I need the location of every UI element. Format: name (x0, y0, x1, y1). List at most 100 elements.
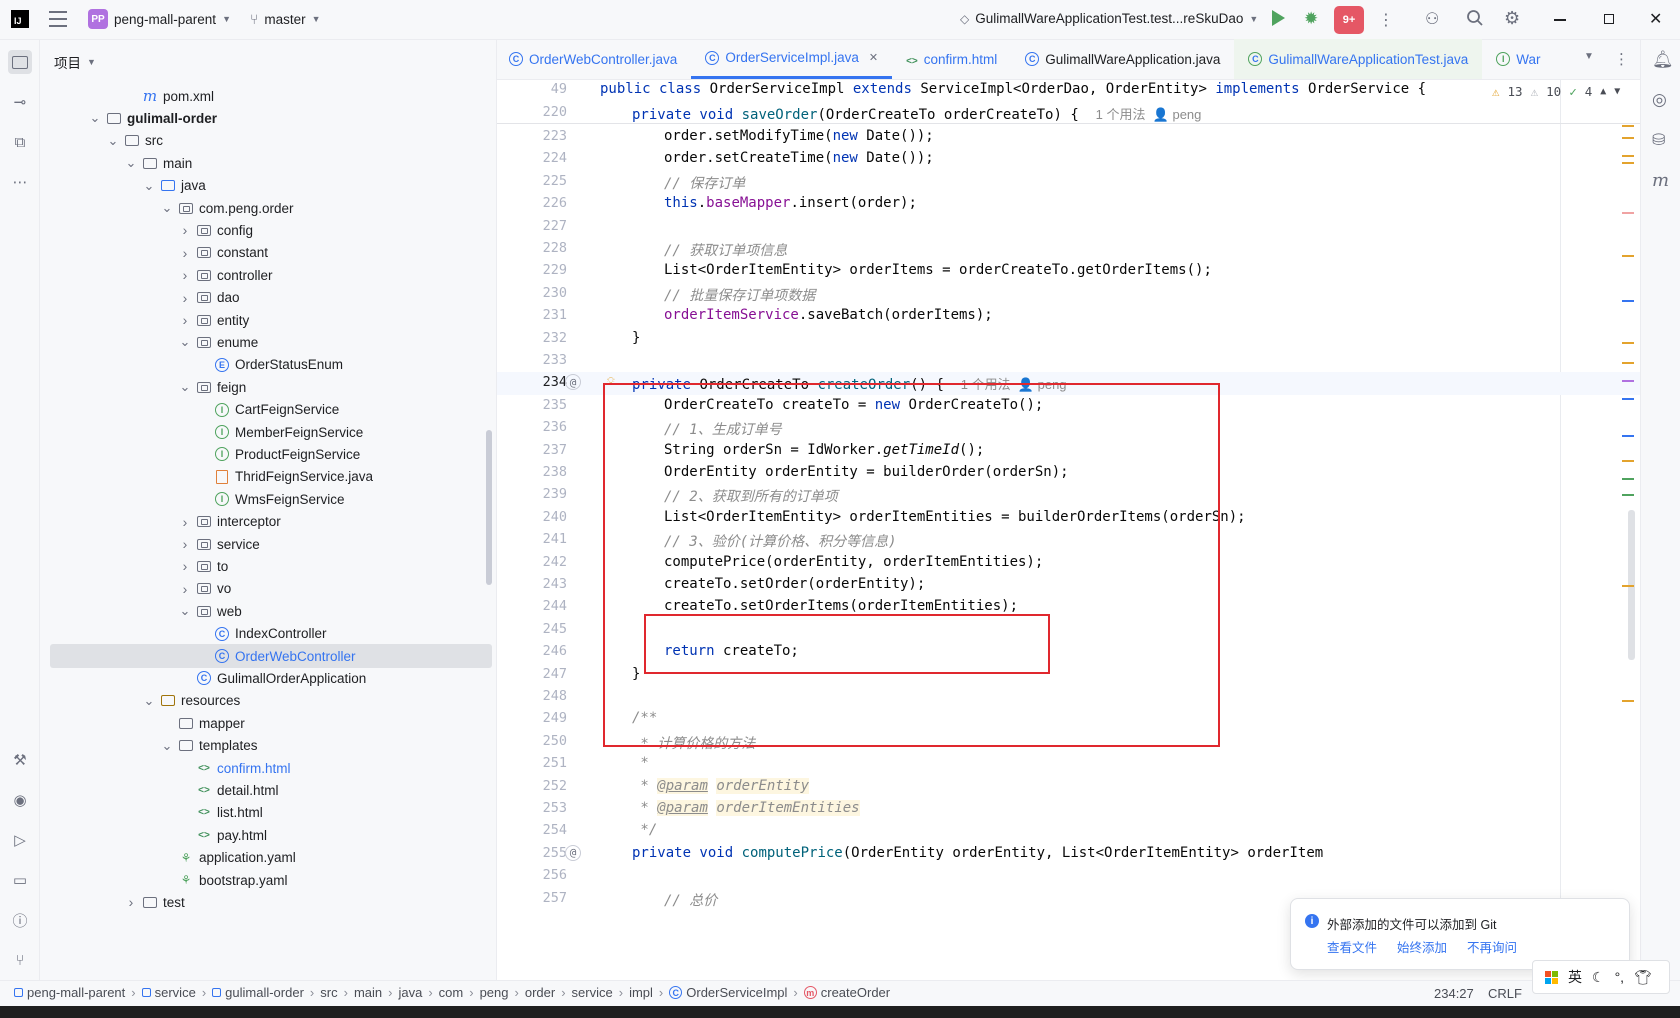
tree-item[interactable]: <> confirm.html (40, 756, 485, 780)
debug-icon[interactable]: ✹ (1304, 9, 1318, 29)
tree-item[interactable]: › vo (40, 577, 485, 601)
project-tool-icon[interactable] (8, 50, 32, 74)
tree-item[interactable]: ⚘ bootstrap.yaml (40, 868, 485, 892)
tab-gulimallwareapplication-java[interactable]: C GulimallWareApplication.java (1011, 39, 1234, 79)
project-panel-header[interactable]: 项目 ▼ (40, 40, 496, 84)
tree-item[interactable]: I WmsFeignService (40, 487, 485, 511)
stripe-mark[interactable] (1622, 342, 1634, 344)
tree-item[interactable]: I MemberFeignService (40, 420, 485, 444)
tab-confirm-html[interactable]: <> confirm.html (892, 39, 1011, 79)
tree-item[interactable]: › interceptor (40, 510, 485, 534)
breadcrumb-item[interactable]: peng (480, 985, 509, 1000)
always-add-link[interactable]: 始终添加 (1397, 937, 1447, 956)
breadcrumb-item[interactable]: com (439, 985, 464, 1000)
tree-item[interactable]: › entity (40, 308, 485, 332)
stripe-mark[interactable] (1622, 585, 1634, 587)
tab-gulimallwareapplicationtest-java[interactable]: C GulimallWareApplicationTest.java (1234, 39, 1483, 79)
tree-item[interactable]: › dao (40, 286, 485, 310)
tree-item[interactable]: › test (40, 890, 485, 914)
tree-item[interactable]: I CartFeignService (40, 398, 485, 422)
tree-item[interactable]: <> detail.html (40, 778, 485, 802)
chevron-down-icon[interactable]: ⌄ (88, 110, 102, 126)
stripe-mark[interactable] (1622, 398, 1634, 400)
tree-item[interactable]: <> pay.html (40, 823, 485, 847)
chevron-down-icon[interactable]: ⌄ (142, 178, 156, 194)
chevron-right-icon[interactable]: › (178, 558, 192, 574)
stripe-mark[interactable] (1622, 700, 1634, 702)
git-tool-icon[interactable]: ⑂ (8, 948, 32, 972)
tab-war[interactable]: I War (1482, 39, 1554, 79)
tree-item[interactable]: mapper (40, 711, 485, 735)
main-menu-icon[interactable] (49, 11, 67, 27)
stripe-mark[interactable] (1622, 380, 1634, 382)
more-icon[interactable]: ⋮ (1378, 10, 1394, 30)
stripe-mark[interactable] (1622, 212, 1634, 214)
close-tab-icon[interactable]: ✕ (869, 51, 878, 64)
breadcrumb-item[interactable]: service (572, 985, 613, 1000)
chevron-down-icon[interactable]: ⌄ (160, 738, 174, 754)
chevron-right-icon[interactable]: › (178, 290, 192, 306)
ai-assistant-icon[interactable]: ◎ (1652, 90, 1667, 110)
tree-item[interactable]: I ProductFeignService (40, 442, 485, 466)
notifications-button[interactable]: 9+ (1334, 6, 1364, 34)
restore-icon[interactable] (1604, 14, 1614, 24)
stripe-mark[interactable] (1622, 460, 1634, 462)
chevron-right-icon[interactable]: › (178, 267, 192, 283)
caret-position[interactable]: 234:27 (1434, 986, 1474, 1001)
services-icon[interactable]: ◉ (8, 788, 32, 812)
tree-item[interactable]: ⌄ gulimall-order (40, 106, 485, 130)
tree-item[interactable]: ⚘ application.yaml (40, 846, 485, 870)
chevron-right-icon[interactable]: › (178, 514, 192, 530)
tree-item[interactable]: ⌄ feign (40, 375, 485, 399)
database-icon[interactable]: ⛁ (1652, 130, 1665, 150)
structure-icon[interactable]: ⧉ (8, 130, 32, 154)
tree-item[interactable]: C GulimallOrderApplication (40, 666, 485, 690)
chevron-down-icon[interactable]: ▼ (1614, 86, 1620, 97)
tree-item[interactable]: C IndexController (40, 622, 485, 646)
search-icon[interactable] (1466, 9, 1484, 27)
breadcrumb-item[interactable]: java (398, 985, 422, 1000)
tree-item[interactable]: ⌄ com.peng.order (40, 196, 485, 220)
breadcrumb-item[interactable]: service (141, 985, 196, 1000)
chevron-down-icon[interactable]: ⌄ (178, 379, 192, 395)
tab-orderserviceimpl-java[interactable]: C OrderServiceImpl.java ✕ (691, 39, 893, 79)
tree-item[interactable]: ⌄ web (40, 599, 485, 623)
minimize-icon[interactable] (1554, 19, 1566, 21)
chevron-right-icon[interactable]: › (178, 222, 192, 238)
code-editor[interactable]: 49 public class OrderServiceImpl extends … (497, 80, 1640, 980)
stripe-mark[interactable] (1622, 362, 1634, 364)
stripe-mark[interactable] (1622, 494, 1634, 496)
stripe-mark[interactable] (1622, 162, 1634, 164)
tree-item[interactable]: ThridFeignService.java (40, 465, 485, 489)
tree-item[interactable]: <> list.html (40, 801, 485, 825)
ime-toolbar[interactable]: 英 ☾ °, 👕︎ (1532, 960, 1670, 994)
chevron-right-icon[interactable]: › (178, 245, 192, 261)
chevron-down-icon[interactable]: ⌄ (142, 693, 156, 709)
chevron-down-icon[interactable]: ⌄ (124, 155, 138, 171)
breadcrumb-item[interactable]: src (320, 985, 337, 1000)
project-selector[interactable]: PP peng-mall-parent ▼ (88, 9, 231, 29)
stripe-mark[interactable] (1622, 255, 1634, 257)
branch-selector[interactable]: ⑂ master ▼ (250, 11, 321, 27)
chevron-right-icon[interactable]: › (124, 894, 138, 910)
chevron-up-icon[interactable]: ▲ (1600, 86, 1606, 97)
tree-item[interactable]: ⌄ src (40, 129, 485, 153)
breadcrumb-item[interactable]: main (354, 985, 382, 1000)
chevron-down-icon[interactable]: ⌄ (106, 133, 120, 149)
run-tool-icon[interactable]: ▷ (8, 828, 32, 852)
stripe-mark[interactable] (1622, 478, 1634, 480)
chevron-right-icon[interactable]: › (178, 536, 192, 552)
dont-ask-link[interactable]: 不再询问 (1467, 937, 1517, 956)
notifications-bell-icon[interactable]: 🔔︎ (1652, 50, 1674, 70)
build-hammer-icon[interactable]: ⚒ (8, 748, 32, 772)
app-logo-icon[interactable]: IJ (11, 10, 29, 28)
chevron-down-icon[interactable]: ⌄ (160, 200, 174, 216)
tree-item[interactable]: › controller (40, 263, 485, 287)
breadcrumb-item[interactable]: impl (629, 985, 653, 1000)
tree-item[interactable]: ⌄ enume (40, 330, 485, 354)
chevron-down-icon[interactable]: ⌄ (178, 603, 192, 619)
commit-icon[interactable]: ⊸ (8, 90, 32, 114)
maven-icon[interactable]: m (1652, 170, 1669, 191)
stripe-mark[interactable] (1622, 125, 1634, 127)
tree-item[interactable]: › to (40, 554, 485, 578)
